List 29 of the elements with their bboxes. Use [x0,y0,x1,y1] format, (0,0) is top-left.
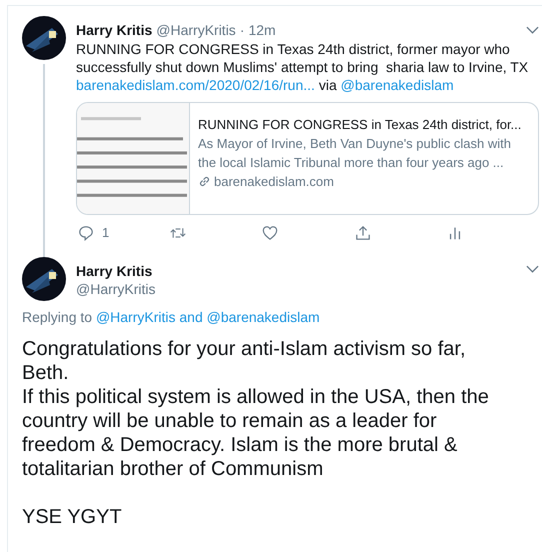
reply-count: 1 [102,225,110,240]
avatar[interactable] [22,257,66,301]
reply-text: YSE YGYT [22,505,123,529]
separator-dot: · [240,22,244,38]
reply-text: Congratulations for your anti-Islam activism so far, Beth. [22,337,467,385]
reply-text: If this political system is allowed in the USA, then the country will be unable to remain as a leader for freedom & Democracy. Islam is the more brutal & totalitarian brother of Communism [22,385,490,481]
user-name[interactable]: Harry Kritis [76,22,152,38]
user-name[interactable]: Harry Kritis [76,263,156,279]
timestamp[interactable]: 12m [248,22,276,38]
link[interactable]: barenakedislam.com/2020/02/16/run... [76,77,315,93]
user-handle[interactable]: @HarryKritis [76,281,156,297]
tweet-text: RUNNING FOR CONGRESS in Texas 24th district, former mayor who successfully shut down Muslims' attempt to bring sharia law to Irvine, TX barenakedislam.com/2020/02/16/run... via @barenakedislam [76,40,530,94]
link-icon [198,175,211,188]
mention-link[interactable]: @barenakedislam [340,77,454,93]
avatar[interactable] [22,16,66,60]
share-icon[interactable] [354,225,371,241]
retweet-icon[interactable] [170,225,186,241]
card-title: RUNNING FOR CONGRESS in Texas 24th district, for... [198,116,522,134]
mention-link[interactable]: @barenakedislam [206,309,320,325]
card-description: As Mayor of Irvine, Beth Van Duyne's public clash with the local Islamic Tribunal more than four years ago ... [198,135,512,172]
replying-to-text: Replying to @HarryKritis and @barenakedislam [22,309,321,325]
user-handle[interactable]: @HarryKritis [156,22,236,38]
mention-link[interactable]: @HarryKritis [96,309,176,325]
card-domain: barenakedislam.com [214,173,334,191]
reply-icon[interactable] [78,225,94,241]
link-card[interactable]: RUNNING FOR CONGRESS in Texas 24th district, for... As Mayor of Irvine, Beth Van Duyne's public clash with the local Islamic Tribunal more than four years ago ... barenakedislam.com [76,102,539,215]
chevron-down-icon[interactable] [526,26,539,34]
chevron-down-icon[interactable] [526,265,539,273]
heart-icon[interactable] [262,225,278,241]
